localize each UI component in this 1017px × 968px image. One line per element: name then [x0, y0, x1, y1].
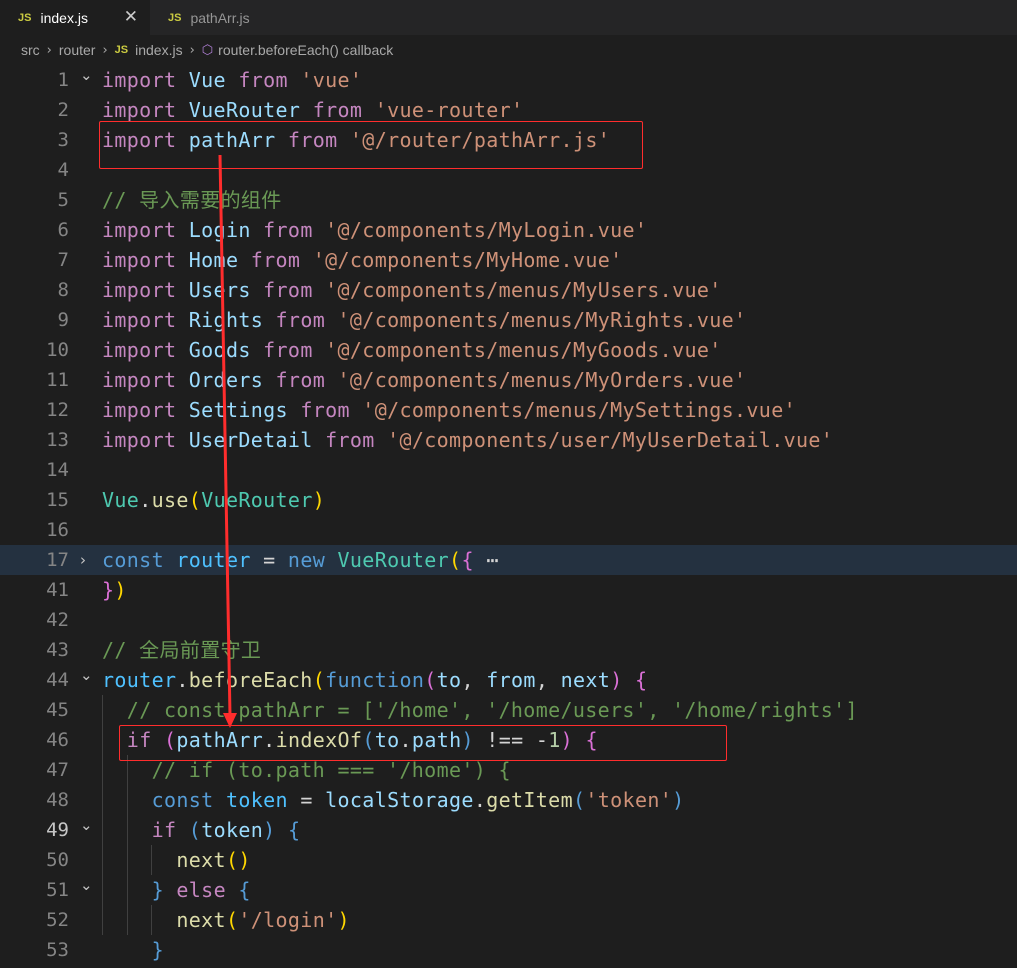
- annotation-arrow: [218, 154, 237, 728]
- annotation-arrow-line: [218, 154, 232, 717]
- annotation-arrow-head: [223, 713, 237, 728]
